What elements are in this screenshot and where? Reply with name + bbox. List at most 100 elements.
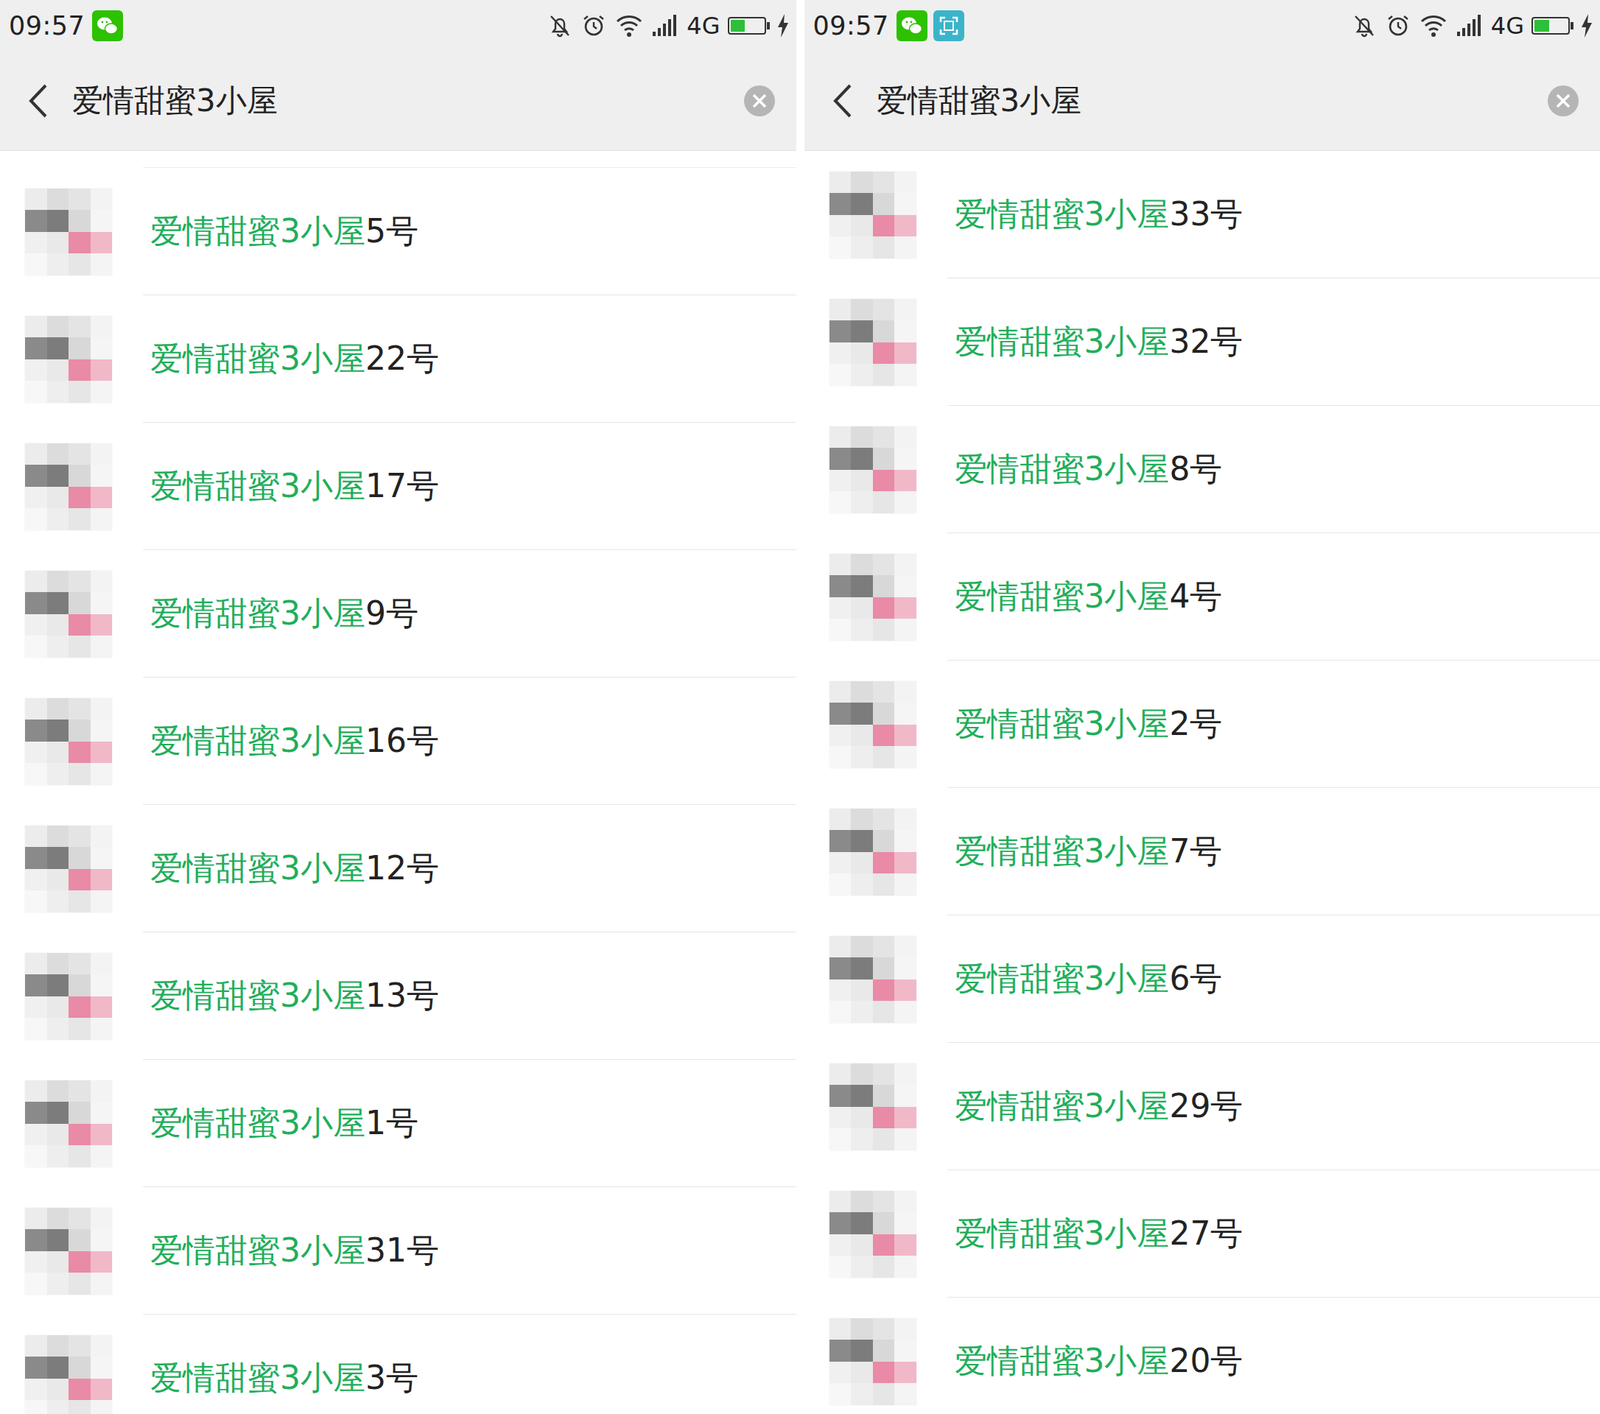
match-text: 爱情甜蜜3小屋 (954, 577, 1170, 616)
avatar-icon (829, 681, 917, 769)
match-text: 爱情甜蜜3小屋 (954, 195, 1170, 233)
back-arrow-icon[interactable] (830, 82, 856, 120)
name-suffix: 7号 (1169, 832, 1223, 870)
search-field[interactable]: 爱情甜蜜3小屋 (876, 80, 1528, 122)
phone-screen: 09:574G爱情甜蜜3小屋爱情甜蜜3小屋5号爱情甜蜜3小屋22号爱情甜蜜3小屋… (0, 0, 797, 1414)
battery-track (727, 16, 767, 35)
back-arrow-icon[interactable] (26, 82, 52, 120)
result-row[interactable]: 爱情甜蜜3小屋33号 (804, 151, 1600, 279)
group-name: 爱情甜蜜3小屋20号 (954, 1339, 1244, 1384)
result-row[interactable]: 爱情甜蜜3小屋32号 (804, 278, 1600, 406)
name-suffix: 22号 (365, 339, 440, 378)
notification-icons (92, 10, 124, 42)
clear-icon[interactable] (743, 84, 776, 118)
group-name: 爱情甜蜜3小屋1号 (150, 1102, 419, 1146)
name-suffix: 5号 (365, 212, 419, 250)
result-list: 爱情甜蜜3小屋5号爱情甜蜜3小屋22号爱情甜蜜3小屋17号爱情甜蜜3小屋9号爱情… (0, 151, 797, 1414)
result-row[interactable]: 爱情甜蜜3小屋1号 (0, 1060, 797, 1188)
result-row[interactable]: 爱情甜蜜3小屋3号 (0, 1314, 797, 1414)
avatar-icon (25, 953, 112, 1041)
wechat-icon (896, 10, 928, 42)
result-row[interactable]: 爱情甜蜜3小屋8号 (804, 405, 1600, 534)
status-bar: 09:574G (804, 0, 1600, 52)
match-text: 爱情甜蜜3小屋 (150, 1231, 366, 1270)
result-row[interactable]: 爱情甜蜜3小屋12号 (0, 805, 797, 933)
group-name: 爱情甜蜜3小屋6号 (954, 957, 1223, 1002)
phone-screen: 09:574G爱情甜蜜3小屋爱情甜蜜3小屋33号爱情甜蜜3小屋32号爱情甜蜜3小… (804, 0, 1600, 1414)
result-row[interactable]: 爱情甜蜜3小屋13号 (0, 932, 797, 1061)
wifi-icon (614, 12, 644, 40)
name-suffix: 4号 (1169, 577, 1223, 616)
screenshot-pair: 09:574G爱情甜蜜3小屋爱情甜蜜3小屋5号爱情甜蜜3小屋22号爱情甜蜜3小屋… (0, 0, 1600, 1414)
name-suffix: 20号 (1169, 1342, 1244, 1380)
name-suffix: 2号 (1169, 704, 1223, 743)
group-name: 爱情甜蜜3小屋8号 (954, 447, 1223, 492)
battery-fill (1534, 19, 1550, 32)
search-field[interactable]: 爱情甜蜜3小屋 (72, 80, 723, 122)
group-name: 爱情甜蜜3小屋12号 (150, 847, 440, 891)
avatar-icon (25, 1208, 112, 1296)
group-name: 爱情甜蜜3小屋31号 (150, 1229, 440, 1273)
match-text: 爱情甜蜜3小屋 (954, 704, 1170, 743)
result-row[interactable]: 爱情甜蜜3小屋31号 (0, 1187, 797, 1315)
avatar-icon (25, 1335, 112, 1414)
scan-icon (933, 10, 965, 42)
group-name: 爱情甜蜜3小屋9号 (150, 592, 419, 636)
group-name: 爱情甜蜜3小屋5号 (150, 209, 419, 254)
result-row[interactable]: 爱情甜蜜3小屋2号 (804, 660, 1600, 789)
group-name: 爱情甜蜜3小屋16号 (150, 719, 440, 764)
match-text: 爱情甜蜜3小屋 (150, 339, 366, 378)
avatar-icon (25, 1080, 112, 1168)
result-row[interactable]: 爱情甜蜜3小屋4号 (804, 533, 1600, 661)
name-suffix: 13号 (365, 976, 440, 1015)
name-suffix: 33号 (1169, 195, 1244, 233)
partial-row (142, 151, 797, 168)
match-text: 爱情甜蜜3小屋 (954, 1342, 1170, 1380)
result-row[interactable]: 爱情甜蜜3小屋27号 (804, 1170, 1600, 1298)
group-name: 爱情甜蜜3小屋32号 (954, 320, 1244, 364)
result-list: 爱情甜蜜3小屋33号爱情甜蜜3小屋32号爱情甜蜜3小屋8号爱情甜蜜3小屋4号爱情… (804, 151, 1600, 1414)
match-text: 爱情甜蜜3小屋 (150, 849, 366, 887)
match-text: 爱情甜蜜3小屋 (150, 976, 366, 1015)
match-text: 爱情甜蜜3小屋 (150, 467, 366, 505)
match-text: 爱情甜蜜3小屋 (150, 1359, 366, 1397)
clear-icon[interactable] (1546, 84, 1580, 118)
status-bar: 09:57 4G (0, 0, 797, 52)
name-suffix: 1号 (365, 1104, 419, 1142)
avatar-icon (829, 299, 917, 387)
name-suffix: 8号 (1169, 450, 1223, 488)
network-type: 4G (1490, 11, 1525, 40)
result-row[interactable]: 爱情甜蜜3小屋7号 (804, 788, 1600, 916)
result-row[interactable]: 爱情甜蜜3小屋16号 (0, 677, 797, 806)
result-row[interactable]: 爱情甜蜜3小屋9号 (0, 550, 797, 678)
group-name: 爱情甜蜜3小屋7号 (954, 830, 1223, 874)
result-row[interactable]: 爱情甜蜜3小屋20号 (804, 1297, 1600, 1414)
match-text: 爱情甜蜜3小屋 (954, 450, 1170, 488)
result-row[interactable]: 爱情甜蜜3小屋29号 (804, 1043, 1600, 1171)
search-header: 爱情甜蜜3小屋 (804, 51, 1600, 152)
avatar-icon (829, 553, 917, 641)
group-name: 爱情甜蜜3小屋22号 (150, 337, 440, 381)
name-suffix: 17号 (365, 467, 440, 505)
match-text: 爱情甜蜜3小屋 (954, 1087, 1170, 1125)
avatar-icon (829, 808, 917, 896)
result-row[interactable]: 爱情甜蜜3小屋6号 (804, 915, 1600, 1044)
battery-icon (1531, 16, 1574, 35)
group-name: 爱情甜蜜3小屋13号 (150, 974, 440, 1019)
clock: 09:57 (8, 11, 85, 41)
wifi-icon (1418, 12, 1449, 40)
name-suffix: 9号 (365, 594, 419, 633)
notification-icons (896, 10, 965, 42)
system-icons: 4G (546, 11, 789, 40)
group-name: 爱情甜蜜3小屋2号 (954, 702, 1223, 747)
group-name: 爱情甜蜜3小屋27号 (954, 1212, 1244, 1256)
avatar-icon (25, 698, 112, 786)
avatar-icon (25, 188, 112, 276)
battery-fill (730, 19, 746, 32)
match-text: 爱情甜蜜3小屋 (954, 832, 1170, 870)
result-row[interactable]: 爱情甜蜜3小屋22号 (0, 295, 797, 423)
signal-icon (1455, 12, 1484, 40)
avatar-icon (829, 426, 917, 514)
result-row[interactable]: 爱情甜蜜3小屋17号 (0, 422, 797, 551)
result-row[interactable]: 爱情甜蜜3小屋5号 (0, 167, 797, 296)
